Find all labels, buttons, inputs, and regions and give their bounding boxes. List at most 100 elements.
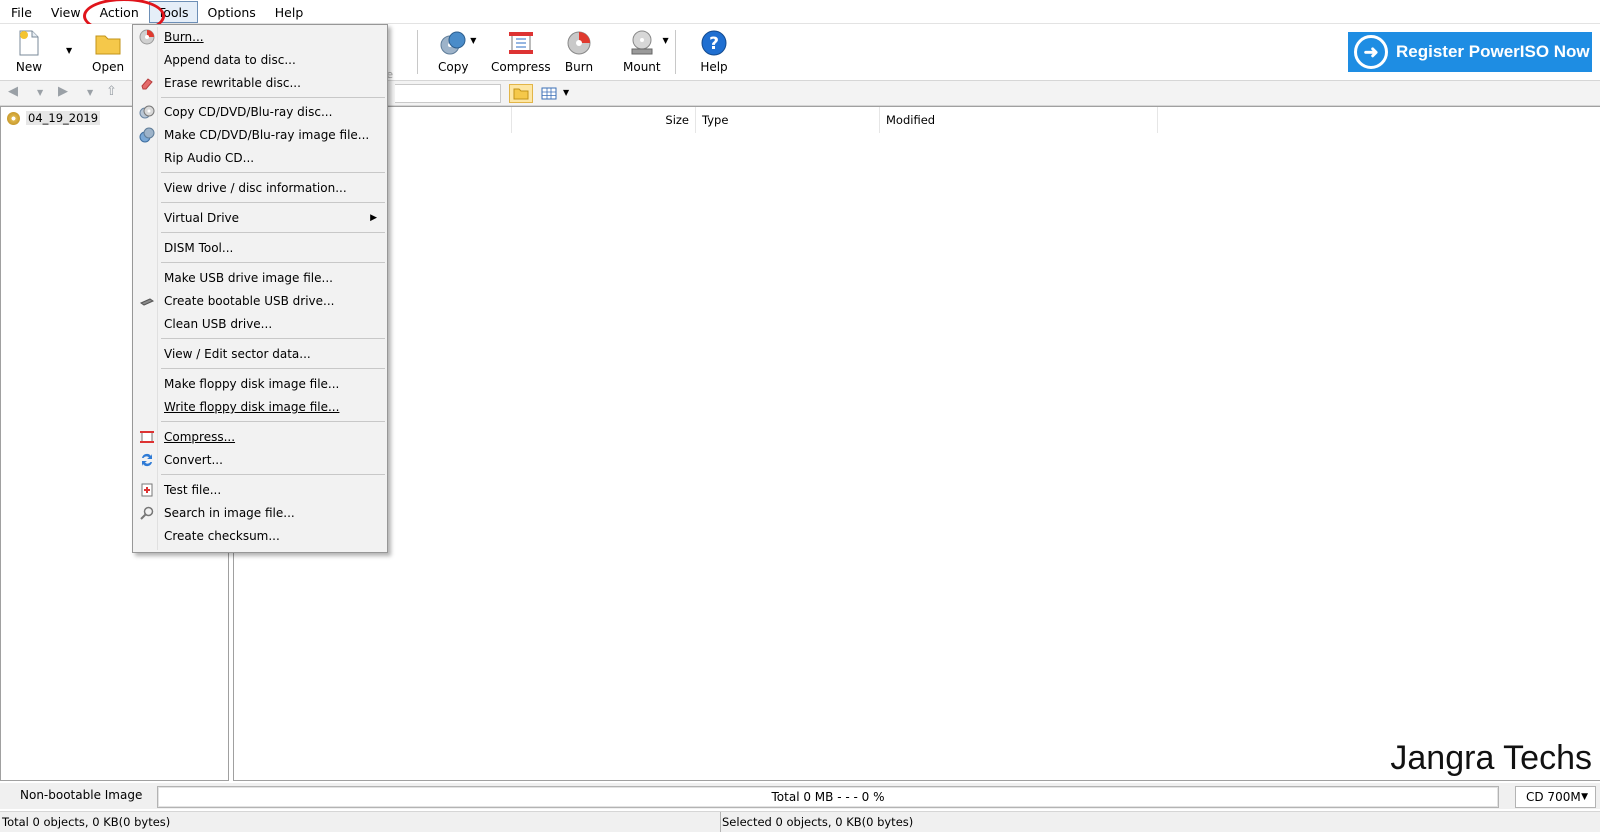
selected-objects-text: Selected 0 objects, 0 KB(0 bytes): [722, 815, 914, 829]
menu-item-label: Make CD/DVD/Blu-ray image file...: [164, 128, 370, 142]
menu-item-label: Erase rewritable disc...: [164, 76, 301, 90]
svg-text:?: ?: [709, 34, 719, 54]
menu-separator: [161, 172, 385, 173]
register-button[interactable]: ➜ Register PowerISO Now: [1348, 32, 1592, 72]
menu-file[interactable]: File: [2, 1, 41, 23]
menu-item-sector-data[interactable]: View / Edit sector data...: [135, 343, 385, 365]
file-list-pane[interactable]: Size Type Modified Jangra Techs: [233, 106, 1600, 781]
mount-button[interactable]: Mount ▼: [623, 28, 669, 78]
open-label: Open: [92, 60, 125, 74]
menu-options[interactable]: Options: [199, 1, 265, 23]
register-label: Register PowerISO Now: [1396, 42, 1590, 61]
submenu-arrow-icon: ▶: [370, 213, 377, 223]
column-header-modified[interactable]: Modified: [880, 107, 1158, 133]
tools-menu: Burn... Append data to disc... Erase rew…: [132, 24, 388, 553]
status-divider: [720, 812, 721, 832]
forward-dropdown-icon[interactable]: ▼: [87, 88, 93, 97]
column-header-type[interactable]: Type: [696, 107, 880, 133]
menu-item-make-floppy[interactable]: Make floppy disk image file...: [135, 373, 385, 395]
convert-icon: [139, 452, 155, 468]
burn-disc-icon: [139, 29, 155, 45]
menu-item-dism-tool[interactable]: DISM Tool...: [135, 237, 385, 259]
menu-item-copy-disc[interactable]: Copy CD/DVD/Blu-ray disc...: [135, 101, 385, 123]
toolbar-separator: [417, 30, 418, 74]
menu-item-burn[interactable]: Burn...: [135, 26, 385, 48]
copy-disc-icon: [438, 28, 468, 58]
menu-item-bootable-usb[interactable]: Create bootable USB drive...: [135, 290, 385, 312]
menu-item-erase-disc[interactable]: Erase rewritable disc...: [135, 72, 385, 94]
menu-item-label: Burn...: [164, 30, 204, 44]
menu-separator: [161, 262, 385, 263]
mount-dropdown-icon[interactable]: ▼: [662, 36, 668, 45]
folder-view-icon[interactable]: [509, 84, 533, 103]
watermark: Jangra Techs: [1390, 739, 1592, 777]
boot-status: Non-bootable Image: [20, 788, 143, 802]
burn-button[interactable]: Burn: [564, 28, 594, 78]
menu-item-virtual-drive[interactable]: Virtual Drive ▶: [135, 207, 385, 229]
help-button[interactable]: ? Help: [699, 28, 729, 78]
menu-bar: File View Action Tools Options Help: [0, 0, 1600, 24]
menu-separator: [161, 232, 385, 233]
menu-view[interactable]: View: [42, 1, 90, 23]
menu-item-label: Copy CD/DVD/Blu-ray disc...: [164, 105, 333, 119]
forward-icon[interactable]: ▶: [58, 84, 68, 99]
status-bar: Total 0 objects, 0 KB(0 bytes) Selected …: [0, 811, 1600, 832]
media-size-select[interactable]: CD 700M ▼: [1515, 786, 1596, 808]
menu-item-label: Virtual Drive: [164, 211, 240, 225]
copy-dropdown-icon[interactable]: ▼: [470, 36, 476, 45]
view-mode-icon[interactable]: [537, 84, 561, 103]
new-label: New: [15, 60, 43, 74]
menu-item-append-data[interactable]: Append data to disc...: [135, 49, 385, 71]
menu-tools[interactable]: Tools: [148, 0, 198, 23]
menu-item-label: Append data to disc...: [164, 53, 296, 67]
menu-separator: [161, 421, 385, 422]
menu-item-clean-usb[interactable]: Clean USB drive...: [135, 313, 385, 335]
mount-drive-icon: [627, 28, 657, 58]
column-header-size[interactable]: Size: [512, 107, 696, 133]
compress-icon: [506, 28, 536, 58]
copy-button[interactable]: Copy ▼: [438, 28, 476, 78]
usb-icon: [139, 293, 155, 309]
menu-item-label: Rip Audio CD...: [164, 151, 255, 165]
make-image-icon: [139, 127, 155, 143]
media-size-value: CD 700M: [1526, 790, 1581, 804]
menu-item-create-checksum[interactable]: Create checksum...: [135, 525, 385, 547]
menu-item-label: Search in image file...: [164, 506, 295, 520]
view-mode-dropdown-icon[interactable]: ▼: [563, 88, 569, 97]
menu-item-label: View drive / disc information...: [164, 181, 347, 195]
menu-item-label: Convert...: [164, 453, 223, 467]
menu-item-search-image[interactable]: Search in image file...: [135, 502, 385, 524]
new-dropdown-icon[interactable]: ▼: [66, 46, 72, 55]
burn-disc-icon: [564, 28, 594, 58]
menu-help[interactable]: Help: [266, 1, 313, 23]
compress-icon: [139, 429, 155, 445]
open-button[interactable]: Open: [92, 28, 124, 78]
compress-button[interactable]: Compress: [491, 28, 551, 78]
copy-disc-icon: [139, 104, 155, 120]
new-button[interactable]: New: [14, 28, 44, 78]
menu-item-label: Clean USB drive...: [164, 317, 273, 331]
menu-item-drive-info[interactable]: View drive / disc information...: [135, 177, 385, 199]
menu-item-make-image[interactable]: Make CD/DVD/Blu-ray image file...: [135, 124, 385, 146]
total-objects-text: Total 0 objects, 0 KB(0 bytes): [2, 815, 171, 829]
menu-item-compress[interactable]: Compress...: [135, 426, 385, 448]
menu-item-label: DISM Tool...: [164, 241, 234, 255]
menu-item-test-file[interactable]: Test file...: [135, 479, 385, 501]
back-dropdown-icon[interactable]: ▼: [37, 88, 43, 97]
menu-item-make-usb-image[interactable]: Make USB drive image file...: [135, 267, 385, 289]
disc-image-icon: [7, 111, 20, 125]
image-status-row: Non-bootable Image Total 0 MB - - - 0 % …: [0, 783, 1600, 809]
help-label: Help: [700, 60, 728, 74]
menu-item-label: Make USB drive image file...: [164, 271, 333, 285]
menu-item-rip-audio[interactable]: Rip Audio CD...: [135, 147, 385, 169]
menu-item-convert[interactable]: Convert...: [135, 449, 385, 471]
chevron-down-icon: ▼: [1581, 792, 1588, 802]
eraser-icon: [139, 75, 155, 91]
burn-label: Burn: [564, 60, 594, 74]
back-icon[interactable]: ◀: [8, 84, 18, 99]
up-folder-icon[interactable]: ⇧: [106, 84, 117, 99]
tree-item-root[interactable]: 04_19_2019: [7, 111, 101, 125]
menu-action[interactable]: Action: [91, 1, 148, 23]
path-input[interactable]: [395, 84, 501, 103]
menu-item-write-floppy[interactable]: Write floppy disk image file...: [135, 396, 385, 418]
